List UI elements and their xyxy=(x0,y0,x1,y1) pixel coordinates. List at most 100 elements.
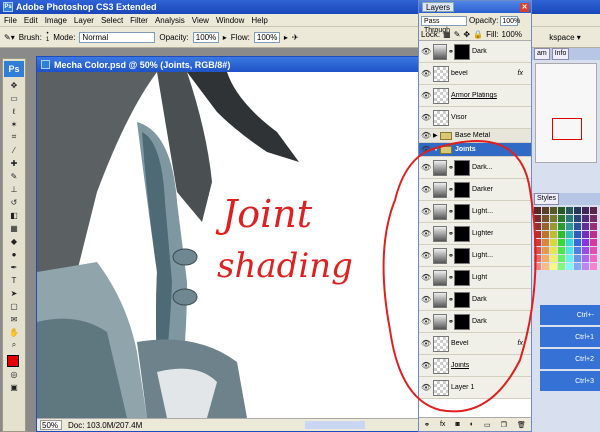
quick-mask-icon[interactable]: ◎ xyxy=(4,368,24,380)
brush-preset-picker[interactable]: • 1 xyxy=(46,31,49,43)
marquee-tool-icon[interactable]: ▭ xyxy=(4,92,24,104)
color-swatch[interactable] xyxy=(542,207,549,214)
color-swatch[interactable] xyxy=(582,263,589,270)
color-swatch[interactable] xyxy=(582,239,589,246)
screen-mode-icon[interactable]: ▣ xyxy=(4,381,24,393)
layer-mask-thumbnail[interactable] xyxy=(454,43,470,60)
color-swatch[interactable] xyxy=(590,247,597,254)
canvas[interactable]: Joint shading xyxy=(37,72,419,418)
color-swatch[interactable] xyxy=(542,247,549,254)
healing-tool-icon[interactable]: ✚ xyxy=(4,157,24,169)
zoom-field[interactable]: 50% xyxy=(40,420,62,430)
move-tool-icon[interactable]: ✥ xyxy=(4,79,24,91)
color-swatch[interactable] xyxy=(574,239,581,246)
visibility-eye-icon[interactable]: 👁 xyxy=(421,339,431,349)
lock-position-icon[interactable]: ✥ xyxy=(463,30,470,39)
color-swatch[interactable] xyxy=(550,215,557,222)
tab-styles[interactable]: Styles xyxy=(534,193,560,205)
menu-analysis[interactable]: Analysis xyxy=(155,16,185,25)
add-mask-icon[interactable]: ◙ xyxy=(455,421,459,428)
color-swatch[interactable] xyxy=(542,255,549,262)
layer-effects-icon[interactable]: fx xyxy=(518,70,523,77)
chain-link-icon[interactable]: ⚭ xyxy=(448,252,454,260)
opacity-field[interactable]: 100% xyxy=(192,31,219,43)
color-swatch[interactable] xyxy=(582,231,589,238)
color-swatch[interactable] xyxy=(590,215,597,222)
layer-mask-thumbnail[interactable] xyxy=(454,291,470,308)
visibility-eye-icon[interactable]: 👁 xyxy=(421,131,431,141)
color-swatch[interactable] xyxy=(534,263,541,270)
visibility-eye-icon[interactable]: 👁 xyxy=(421,295,431,305)
color-swatch[interactable] xyxy=(566,239,573,246)
menu-help[interactable]: Help xyxy=(251,16,267,25)
chain-link-icon[interactable]: ⚭ xyxy=(448,274,454,282)
layer-mask-thumbnail[interactable] xyxy=(454,313,470,330)
adjustment-layer-icon[interactable]: ◐ xyxy=(470,421,474,428)
menu-view[interactable]: View xyxy=(192,16,209,25)
layer-row[interactable]: 👁 ⚭ Dark xyxy=(419,41,531,63)
layer-row[interactable]: 👁 Armor Platings xyxy=(419,85,531,107)
opacity-dropdown-icon[interactable]: ▸ xyxy=(223,33,227,42)
layer-row[interactable]: 👁 ⚭ Light xyxy=(419,267,531,289)
color-swatch[interactable] xyxy=(550,255,557,262)
color-swatch[interactable] xyxy=(542,239,549,246)
color-swatch[interactable] xyxy=(582,207,589,214)
visibility-eye-icon[interactable]: 👁 xyxy=(421,69,431,79)
color-swatch[interactable] xyxy=(590,263,597,270)
menu-window[interactable]: Window xyxy=(216,16,244,25)
color-swatch[interactable] xyxy=(582,223,589,230)
tab-histogram[interactable]: am xyxy=(534,48,550,60)
tab-layers[interactable]: Layers xyxy=(422,2,455,12)
layer-row[interactable]: 👁 Bevel fx xyxy=(419,333,531,355)
color-swatch[interactable] xyxy=(534,207,541,214)
layer-row[interactable]: 👁 ⚭ Darker xyxy=(419,179,531,201)
color-swatch[interactable] xyxy=(566,263,573,270)
layer-row[interactable]: 👁 ⚭ Lighter xyxy=(419,223,531,245)
layer-mask-thumbnail[interactable] xyxy=(454,159,470,176)
lock-transparency-icon[interactable]: ▦ xyxy=(443,30,451,39)
chain-link-icon[interactable]: ⚭ xyxy=(448,208,454,216)
color-swatch[interactable] xyxy=(566,207,573,214)
color-swatch[interactable] xyxy=(542,223,549,230)
horizontal-scrollbar[interactable] xyxy=(305,421,365,429)
type-tool-icon[interactable]: T xyxy=(4,274,24,286)
layer-row[interactable]: 👁 Visor xyxy=(419,107,531,129)
chain-link-icon[interactable]: ⚭ xyxy=(448,48,454,56)
menu-edit[interactable]: Edit xyxy=(24,16,38,25)
layer-row[interactable]: 👁 Layer 1 xyxy=(419,377,531,399)
link-layers-icon[interactable]: ⚭ xyxy=(424,421,430,429)
blur-tool-icon[interactable]: ◆ xyxy=(4,235,24,247)
navigator-view-box[interactable] xyxy=(552,118,582,140)
color-swatch[interactable] xyxy=(590,255,597,262)
color-swatch[interactable] xyxy=(574,255,581,262)
color-swatch[interactable] xyxy=(534,247,541,254)
delete-layer-icon[interactable]: 🗑 xyxy=(517,421,526,429)
color-swatch[interactable] xyxy=(574,263,581,270)
workspace-menu[interactable]: kspace ▾ xyxy=(530,27,600,48)
layer-group-row[interactable]: 👁 ▶ Base Metal xyxy=(419,129,531,143)
color-swatch[interactable] xyxy=(582,255,589,262)
color-swatch[interactable] xyxy=(550,239,557,246)
color-swatch[interactable] xyxy=(582,215,589,222)
visibility-eye-icon[interactable]: 👁 xyxy=(421,229,431,239)
menu-file[interactable]: File xyxy=(4,16,17,25)
color-swatch[interactable] xyxy=(550,231,557,238)
color-swatch[interactable] xyxy=(542,231,549,238)
color-swatch[interactable] xyxy=(550,263,557,270)
chain-link-icon[interactable]: ⚭ xyxy=(448,164,454,172)
chain-link-icon[interactable]: ⚭ xyxy=(448,318,454,326)
layer-row[interactable]: 👁 ⚭ Dark xyxy=(419,289,531,311)
layer-row[interactable]: 👁 ⚭ Dark xyxy=(419,311,531,333)
visibility-eye-icon[interactable]: 👁 xyxy=(421,383,431,393)
shape-tool-icon[interactable]: ▢ xyxy=(4,300,24,312)
lock-pixels-icon[interactable]: ✎ xyxy=(454,30,461,39)
chain-link-icon[interactable]: ⚭ xyxy=(448,296,454,304)
visibility-eye-icon[interactable]: 👁 xyxy=(421,163,431,173)
crop-tool-icon[interactable]: ⌗ xyxy=(4,131,24,143)
new-layer-icon[interactable]: ❐ xyxy=(501,421,507,429)
eraser-tool-icon[interactable]: ◧ xyxy=(4,209,24,221)
lock-all-icon[interactable]: 🔒 xyxy=(473,30,483,39)
chain-link-icon[interactable]: ⚭ xyxy=(448,230,454,238)
layer-style-icon[interactable]: fx xyxy=(440,421,445,428)
color-swatch[interactable] xyxy=(590,239,597,246)
